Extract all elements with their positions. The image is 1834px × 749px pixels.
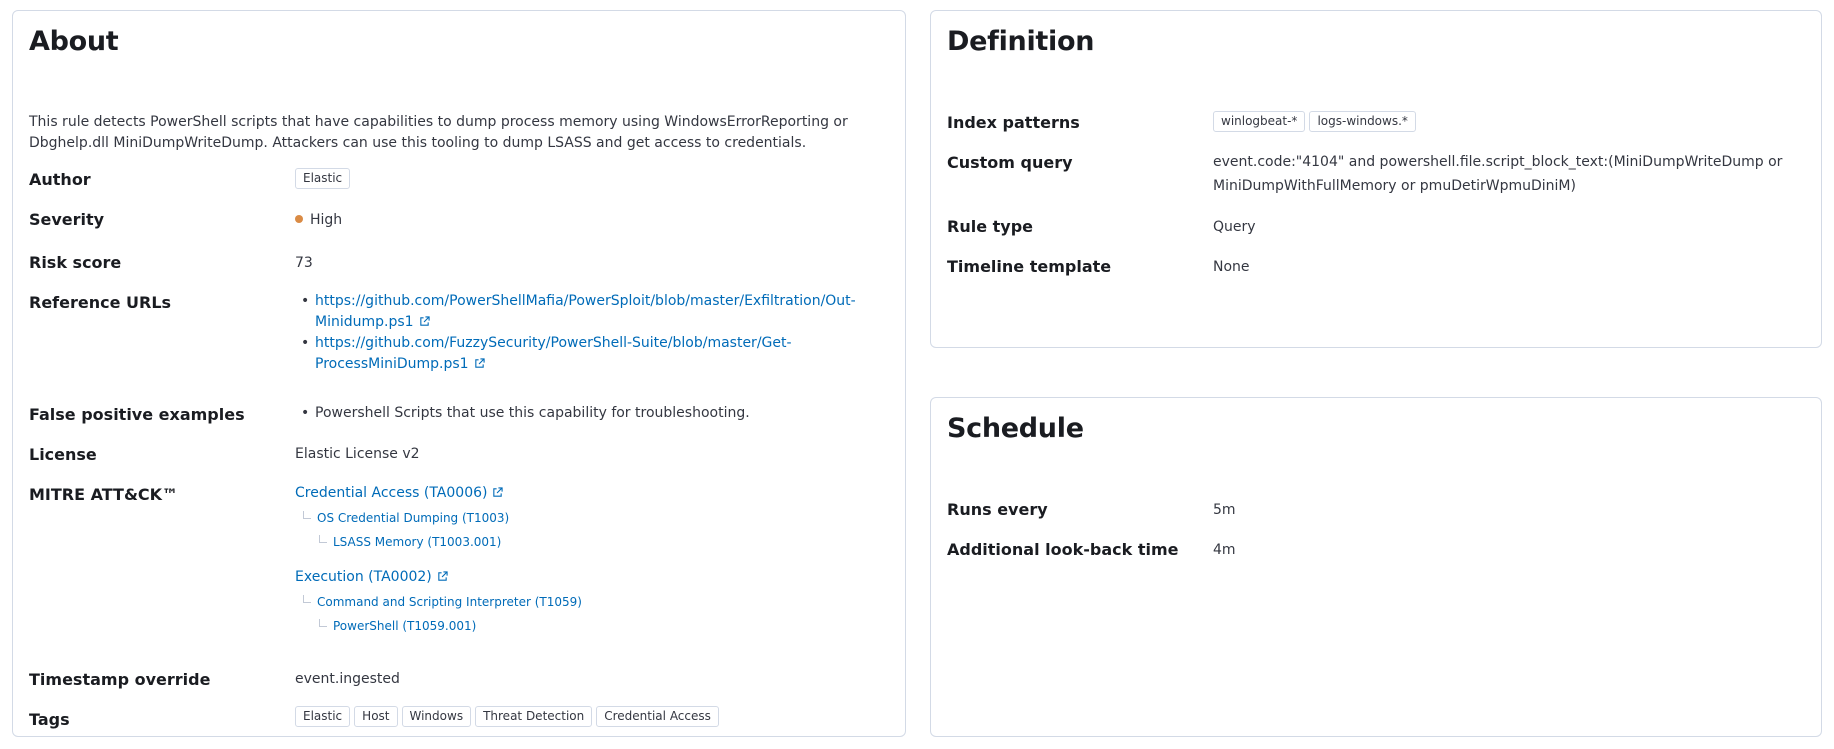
schedule-title: Schedule bbox=[947, 413, 1084, 444]
severity-value: High bbox=[295, 210, 342, 231]
rule-description: This rule detects PowerShell scripts tha… bbox=[29, 114, 848, 151]
false-positives-list: Powershell Scripts that use this capabil… bbox=[295, 403, 895, 424]
risk-score-value: 73 bbox=[295, 255, 313, 271]
tag-badge: Threat Detection bbox=[475, 706, 593, 727]
about-panel: About This rule detects PowerShell scrip… bbox=[12, 10, 906, 737]
custom-query-label: Custom query bbox=[947, 153, 1073, 172]
reference-urls-list: https://github.com/PowerShellMafia/Power… bbox=[295, 291, 895, 375]
index-patterns-label: Index patterns bbox=[947, 113, 1080, 132]
mitre-subtechnique-link[interactable]: LSASS Memory (T1003.001) bbox=[319, 535, 501, 549]
mitre-tactic-link[interactable]: Execution (TA0002) bbox=[295, 569, 448, 585]
tags-label: Tags bbox=[29, 710, 70, 729]
about-title: About bbox=[29, 26, 119, 57]
external-link-icon bbox=[493, 487, 504, 497]
index-pattern-badge: winlogbeat-* bbox=[1213, 111, 1306, 132]
tag-badge: Credential Access bbox=[596, 706, 719, 727]
timeline-template-value: None bbox=[1213, 259, 1250, 275]
index-pattern-badge: logs-windows.* bbox=[1309, 111, 1416, 132]
severity-label: Severity bbox=[29, 210, 105, 229]
tag-badge: Windows bbox=[401, 706, 472, 727]
external-link-icon bbox=[419, 316, 430, 326]
mitre-technique-link[interactable]: OS Credential Dumping (T1003) bbox=[303, 511, 509, 525]
schedule-panel: Schedule Runs every 5m Additional look-b… bbox=[930, 397, 1822, 737]
tags-list: Elastic Host Windows Threat Detection Creden… bbox=[295, 706, 723, 727]
rule-type-label: Rule type bbox=[947, 217, 1033, 236]
license-label: License bbox=[29, 445, 97, 464]
timestamp-override-value: event.ingested bbox=[295, 671, 400, 687]
definition-panel: Definition Index patterns winlogbeat-* lo… bbox=[930, 10, 1822, 348]
runs-every-value: 5m bbox=[1213, 502, 1236, 518]
severity-text: High bbox=[310, 212, 343, 228]
reference-urls-label: Reference URLs bbox=[29, 293, 172, 312]
custom-query-value: event.code:"4104" and powershell.file.sc… bbox=[1213, 154, 1783, 194]
false-positives-label: False positive examples bbox=[29, 405, 245, 424]
reference-url-link[interactable]: https://github.com/FuzzySecurity/PowerSh… bbox=[315, 335, 792, 372]
timestamp-override-label: Timestamp override bbox=[29, 670, 211, 689]
author-label: Author bbox=[29, 170, 91, 189]
external-link-icon bbox=[474, 358, 485, 368]
mitre-technique-link[interactable]: Command and Scripting Interpreter (T1059… bbox=[303, 595, 582, 609]
lookback-value: 4m bbox=[1213, 542, 1236, 558]
license-value: Elastic License v2 bbox=[295, 446, 420, 462]
tag-badge: Host bbox=[354, 706, 398, 727]
false-positive-item: Powershell Scripts that use this capabil… bbox=[295, 403, 895, 424]
mitre-label: MITRE ATT&CK™ bbox=[29, 485, 179, 504]
definition-title: Definition bbox=[947, 26, 1095, 57]
rule-type-value: Query bbox=[1213, 219, 1256, 235]
mitre-subtechnique-link[interactable]: PowerShell (T1059.001) bbox=[319, 619, 476, 633]
tag-badge: Elastic bbox=[295, 706, 351, 727]
reference-url-link[interactable]: https://github.com/PowerShellMafia/Power… bbox=[315, 293, 856, 330]
reference-url-item: https://github.com/PowerShellMafia/Power… bbox=[295, 291, 895, 333]
risk-score-label: Risk score bbox=[29, 253, 122, 272]
reference-url-item: https://github.com/FuzzySecurity/PowerSh… bbox=[295, 333, 895, 375]
timeline-template-label: Timeline template bbox=[947, 257, 1112, 276]
mitre-tactic-link[interactable]: Credential Access (TA0006) bbox=[295, 485, 504, 501]
lookback-label: Additional look-back time bbox=[947, 540, 1179, 559]
author-badge: Elastic bbox=[295, 168, 351, 189]
severity-dot-icon bbox=[295, 215, 303, 223]
runs-every-label: Runs every bbox=[947, 500, 1048, 519]
index-patterns-list: winlogbeat-* logs-windows.* bbox=[1213, 109, 1420, 133]
external-link-icon bbox=[438, 571, 448, 581]
